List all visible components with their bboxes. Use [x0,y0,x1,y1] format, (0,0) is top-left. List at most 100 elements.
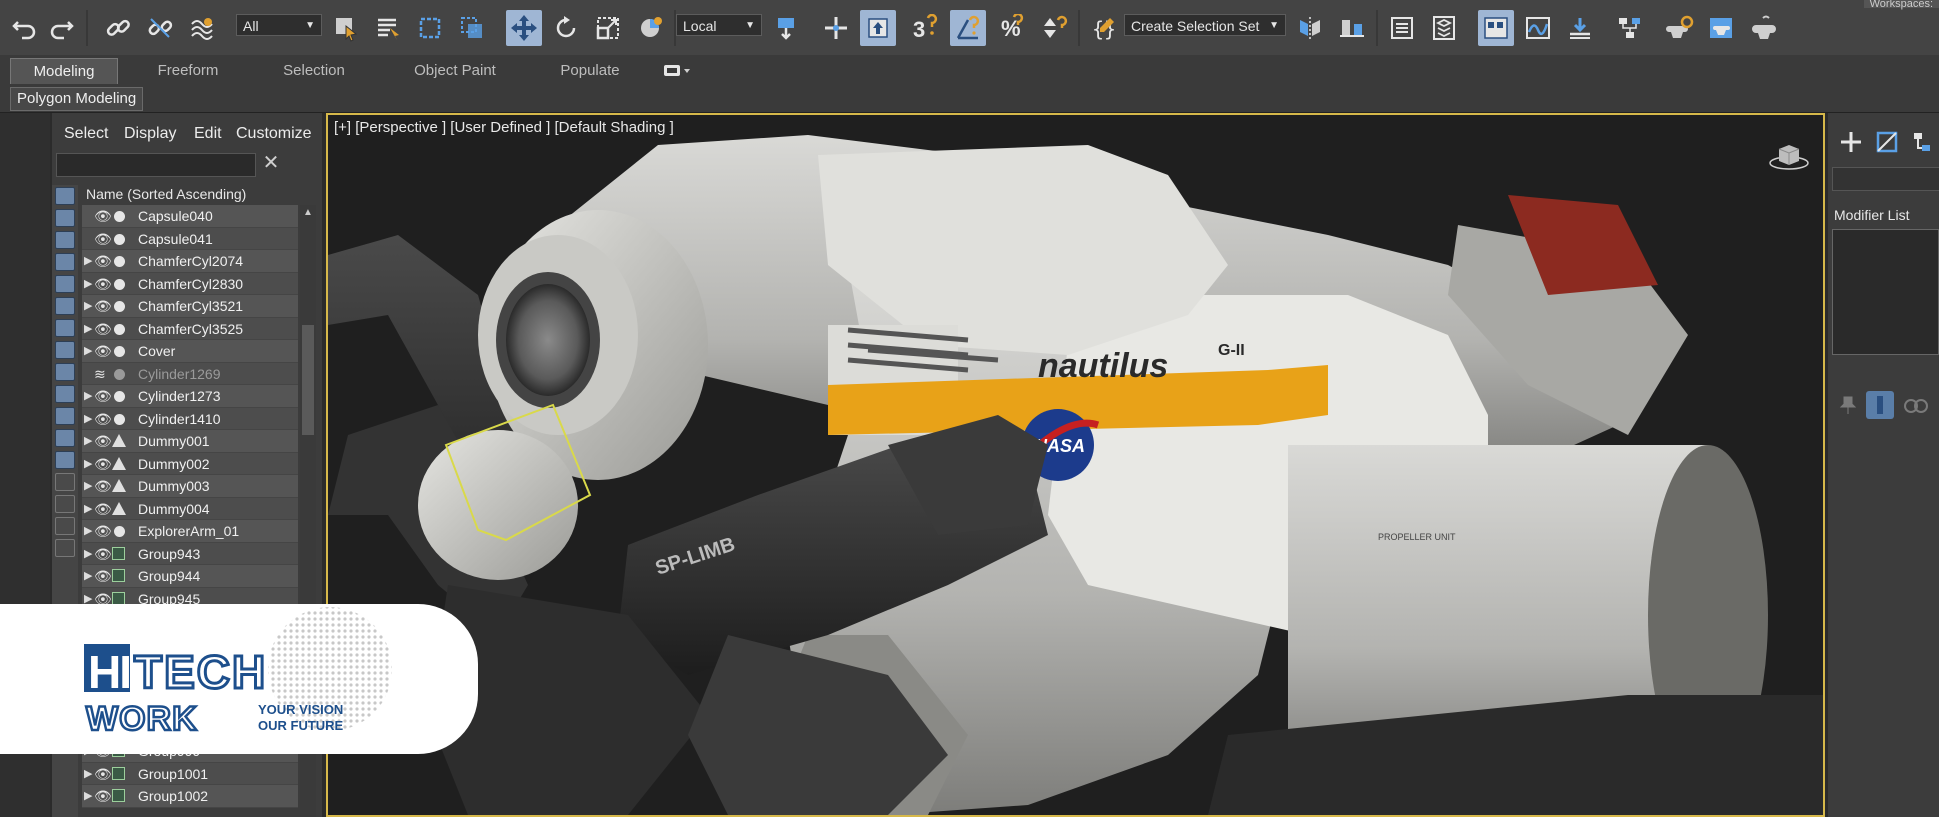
display-geometry-icon[interactable] [55,209,75,227]
expand-arrow-icon[interactable]: ▶ [84,475,92,497]
eye-icon[interactable]: 👁 [94,785,112,807]
tab-polygon-modeling[interactable]: Polygon Modeling [10,87,144,111]
tab-modeling[interactable]: Modeling [10,58,118,84]
layers-icon[interactable]: ≋ [94,363,106,385]
spinner-snap-toggle-icon[interactable] [1036,10,1072,46]
display-hidden-icon[interactable] [55,451,75,469]
expand-arrow-icon[interactable]: ▶ [84,295,92,317]
mirror-icon[interactable] [1292,10,1328,46]
list-item[interactable]: ▶ 👁 Dummy003 [82,475,298,498]
menu-customize[interactable]: Customize [236,125,312,143]
expand-arrow-icon[interactable]: ▶ [84,250,92,272]
display-cameras-icon[interactable] [55,275,75,293]
undo-icon[interactable] [6,10,42,46]
viewcube-icon[interactable] [1769,141,1809,171]
list-item[interactable]: ▶ 👁 Cover [82,340,298,363]
eye-icon[interactable]: 👁 [94,408,112,430]
column-header-name[interactable]: Name (Sorted Ascending) [82,184,316,204]
expand-arrow-icon[interactable]: ▶ [84,785,92,807]
keyboard-shortcut-override-icon[interactable] [860,10,896,46]
list-item[interactable]: ▶ 👁 Dummy002 [82,452,298,475]
hierarchy-tab-icon[interactable] [1910,127,1939,157]
expand-arrow-icon[interactable]: ▶ [84,340,92,362]
eye-icon[interactable]: 👁 [94,228,112,250]
display-shapes-icon[interactable] [55,231,75,249]
expand-arrow-icon[interactable]: ▶ [84,453,92,475]
display-groups-icon[interactable] [55,341,75,359]
eye-icon[interactable]: 👁 [94,340,112,362]
list-item[interactable]: ▶ 👁 ChamferCyl2074 [82,250,298,273]
expand-arrow-icon[interactable]: ▶ [84,498,92,520]
expand-arrow-icon[interactable]: ▶ [84,543,92,565]
scrollbar-thumb[interactable] [302,325,314,435]
list-item[interactable]: ▶ 👁 Cylinder1273 [82,385,298,408]
selection-filter-dropdown[interactable]: All ▼ [236,14,322,36]
eye-icon[interactable]: 👁 [94,565,112,587]
eye-icon[interactable]: 👁 [94,763,112,785]
list-item[interactable]: ▶ 👁 Cylinder1410 [82,407,298,430]
eye-icon[interactable]: 👁 [94,385,112,407]
dope-sheet-icon[interactable] [1562,10,1598,46]
list-item[interactable]: ▶ 👁 ChamferCyl3525 [82,317,298,340]
menu-edit[interactable]: Edit [194,125,222,143]
eye-icon[interactable]: 👁 [94,453,112,475]
filter-icon[interactable] [55,539,75,557]
close-icon[interactable]: ✕ [260,151,282,175]
create-tab-icon[interactable] [1836,127,1866,157]
list-item[interactable]: ▶ 👁 Group1002 [82,785,298,808]
invert-display-icon[interactable] [55,517,75,535]
expand-arrow-icon[interactable]: ▶ [84,565,92,587]
display-lights-icon[interactable] [55,253,75,271]
list-item[interactable]: ▶ 👁 Group944 [82,565,298,588]
select-object-icon[interactable] [328,10,364,46]
align-icon[interactable] [1334,10,1370,46]
list-item[interactable]: ▶ 👁 ChamferCyl3521 [82,295,298,318]
scene-explorer-toggle-icon[interactable] [1384,10,1420,46]
curve-editor-icon[interactable] [1520,10,1556,46]
expand-arrow-icon[interactable]: ▶ [84,318,92,340]
display-containers-icon[interactable] [55,407,75,425]
eye-icon[interactable]: 👁 [94,520,112,542]
expand-arrow-icon[interactable]: ▶ [84,408,92,430]
expand-arrow-icon[interactable]: ▶ [84,430,92,452]
reference-coordinate-dropdown[interactable]: Local ▼ [676,14,762,36]
expand-arrow-icon[interactable]: ▶ [84,273,92,295]
link-icon[interactable] [100,10,136,46]
display-helpers-icon[interactable] [55,297,75,315]
schematic-view-icon[interactable] [1612,10,1648,46]
unlink-icon[interactable] [142,10,178,46]
eye-icon[interactable]: 👁 [94,475,112,497]
list-item[interactable]: ▶ 👁 ChamferCyl2830 [82,272,298,295]
object-name-field[interactable] [1832,167,1939,191]
list-item[interactable]: ▶ 👁 Group1001 [82,762,298,785]
percent-snap-toggle-icon[interactable]: % [994,10,1030,46]
named-selection-set-dropdown[interactable]: Create Selection Set ▼ [1124,14,1286,36]
workspace-selector[interactable]: Workspaces: [1863,0,1939,10]
list-item[interactable]: ≋ Cylinder1269 [82,362,298,385]
perspective-viewport[interactable]: nautilus G-II NASA PROPELLER UNIT SP-LIM… [326,113,1825,817]
expand-arrow-icon[interactable]: ▶ [84,520,92,542]
show-end-result-icon[interactable] [1866,391,1894,419]
display-xrefs-icon[interactable] [55,363,75,381]
tab-selection[interactable]: Selection [266,58,362,84]
display-bones-icon[interactable] [55,385,75,403]
make-unique-icon[interactable] [1902,393,1928,419]
list-item[interactable]: ▶ 👁 Group943 [82,542,298,565]
tab-freeform[interactable]: Freeform [140,58,236,84]
display-all-icon[interactable] [55,473,75,491]
list-item[interactable]: ▶ 👁 ExplorerArm_01 [82,520,298,543]
bind-space-warp-icon[interactable] [184,10,220,46]
expand-arrow-icon[interactable]: ▶ [84,385,92,407]
list-item[interactable]: ▶ 👁 Dummy001 [82,430,298,453]
list-item[interactable]: 👁 Capsule041 [82,227,298,250]
eye-icon[interactable]: 👁 [94,295,112,317]
tab-populate[interactable]: Populate [544,58,636,84]
angle-snap-toggle-icon[interactable] [950,10,986,46]
sort-toggle-icon[interactable] [55,187,75,205]
eye-icon[interactable]: 👁 [94,430,112,452]
select-and-rotate-icon[interactable] [548,10,584,46]
window-crossing-icon[interactable] [454,10,490,46]
rendered-frame-window-icon[interactable] [1704,10,1740,46]
place-object-icon[interactable] [632,10,668,46]
viewport-label[interactable]: [+] [Perspective ] [User Defined ] [Defa… [334,119,674,136]
